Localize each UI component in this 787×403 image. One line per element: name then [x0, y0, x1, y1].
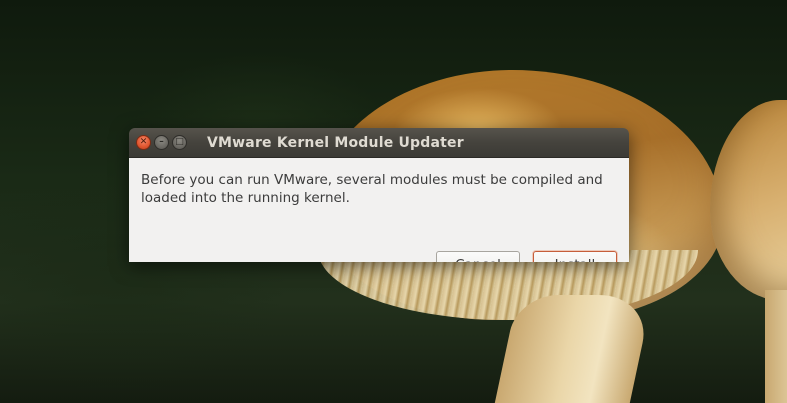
mushroom-stem-right [765, 290, 787, 403]
window-title: VMware Kernel Module Updater [207, 134, 464, 151]
message-line-2: loaded into the running kernel. [141, 190, 350, 206]
dialog-body: Before you can run VMware, several modul… [129, 158, 629, 262]
close-icon[interactable]: ✕ [136, 135, 151, 150]
minimize-icon[interactable]: – [154, 135, 169, 150]
message-line-1: Before you can run VMware, several modul… [141, 172, 603, 188]
maximize-icon[interactable]: □ [172, 135, 187, 150]
window-titlebar[interactable]: ✕ – □ VMware Kernel Module Updater [129, 128, 629, 158]
vmware-kernel-module-updater-dialog: ✕ – □ VMware Kernel Module Updater Befor… [129, 128, 629, 262]
install-button[interactable]: Install [533, 251, 617, 262]
dialog-message: Before you can run VMware, several modul… [141, 171, 611, 207]
cancel-button[interactable]: Cancel [436, 251, 520, 262]
mushroom-cap-right [710, 100, 787, 300]
